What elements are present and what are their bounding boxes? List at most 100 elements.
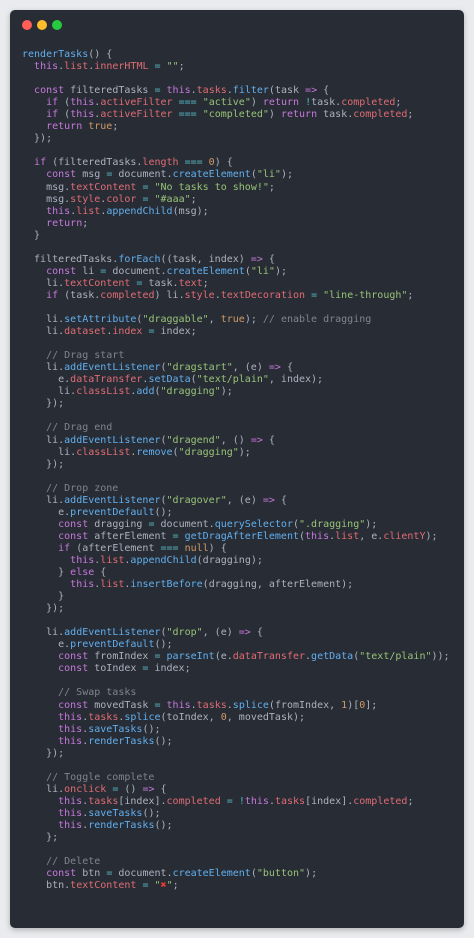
code-token: ()	[118, 783, 143, 795]
code-token: );	[365, 518, 378, 530]
code-token: (afterElement	[70, 542, 161, 554]
code-token: )	[268, 109, 281, 121]
code-token: "dragging"	[160, 386, 221, 398]
code-token: "draggable"	[142, 314, 209, 326]
code-token: msg	[76, 169, 107, 181]
code-token: return	[46, 217, 83, 229]
code-token: li.	[22, 627, 65, 639]
code-line: const msg = document.createElement("li")…	[22, 169, 458, 181]
code-token: this	[34, 61, 59, 73]
code-token: li.	[22, 326, 65, 338]
code-line: li.onclick = () => {	[22, 784, 458, 796]
code-token: }	[22, 229, 41, 241]
code-token: =>	[250, 253, 263, 265]
code-token: ;	[178, 61, 185, 73]
code-token: movedTask	[88, 699, 155, 711]
code-token: (toIndex,	[160, 711, 221, 723]
code-line: li.addEventListener("dragend", () => {	[22, 435, 458, 447]
window-titlebar	[10, 10, 464, 40]
code-token: );	[244, 314, 257, 326]
close-dot-icon[interactable]	[22, 20, 32, 30]
code-token: "dragstart"	[166, 362, 233, 374]
code-token: {	[262, 434, 275, 446]
code-token: true	[220, 314, 245, 326]
code-line: const li = document.createElement("li");	[22, 266, 458, 278]
code-token: (task	[268, 85, 306, 97]
code-token: ();	[154, 506, 173, 518]
code-line: li.addEventListener("dragover", (e) => {	[22, 495, 458, 507]
code-token: saveTasks	[88, 723, 143, 735]
code-token: ".dragging"	[299, 518, 366, 530]
code-token: [index].	[305, 795, 354, 807]
code-token: preventDefault	[70, 639, 155, 651]
code-token: splice	[124, 711, 161, 723]
code-token: style	[70, 193, 101, 205]
code-line: li.classList.remove("dragging");	[22, 447, 458, 459]
code-token: // Toggle complete	[22, 771, 155, 783]
code-line: this.tasks.splice(toIndex, 0, movedTask)…	[22, 712, 458, 724]
code-token: , movedTask);	[226, 711, 306, 723]
code-token: e.	[22, 506, 71, 518]
code-token: clientY	[383, 530, 426, 542]
code-token: const	[46, 265, 77, 277]
code-line: li.textContent = task.text;	[22, 278, 458, 290]
code-token: setAttribute	[64, 314, 137, 326]
code-token: createElement	[172, 169, 251, 181]
code-token: "drop"	[166, 627, 203, 639]
code-line: // Drag start	[22, 350, 458, 362]
zoom-dot-icon[interactable]	[52, 20, 62, 30]
code-line: return;	[22, 218, 458, 230]
code-token: afterElement	[88, 530, 173, 542]
code-token: length	[142, 157, 179, 169]
code-token: addEventListener	[64, 627, 161, 639]
code-token: () {	[88, 49, 113, 60]
code-token: , (e)	[226, 494, 263, 506]
code-token: "li"	[256, 169, 281, 181]
code-token: ;	[112, 121, 119, 133]
code-line: const movedTask = this.tasks.splice(from…	[22, 700, 458, 712]
code-token: list	[76, 205, 101, 217]
code-token: completed	[166, 795, 221, 807]
code-token: li.	[22, 494, 65, 506]
code-line: e.preventDefault();	[22, 639, 458, 651]
code-token: const	[46, 868, 77, 880]
code-token: =>	[305, 85, 318, 97]
code-token: list	[64, 61, 89, 73]
code-token: if	[46, 289, 59, 301]
code-token: document.	[106, 265, 167, 277]
code-token: document.	[154, 518, 215, 530]
code-token: // Drop zone	[22, 482, 119, 494]
code-token: this	[166, 699, 191, 711]
code-line: if (filteredTasks.length === 0) {	[22, 157, 458, 169]
code-token: insertBefore	[130, 579, 203, 591]
code-token: ;	[395, 97, 402, 109]
code-line: msg.textContent = "No tasks to show!";	[22, 182, 458, 194]
code-token: li.	[22, 314, 65, 326]
code-line: li.addEventListener("dragstart", (e) => …	[22, 362, 458, 374]
code-token: msg.	[22, 193, 71, 205]
code-token: (dragging);	[196, 554, 263, 566]
code-token: createElement	[172, 868, 251, 880]
code-token: this	[58, 807, 83, 819]
code-token: );	[274, 265, 287, 277]
code-token: li.	[22, 386, 77, 398]
code-token: (	[58, 97, 71, 109]
code-token: {	[262, 253, 275, 265]
code-token: setData	[148, 374, 191, 386]
code-token: parseInt	[166, 651, 215, 663]
code-token: this	[305, 530, 330, 542]
minimize-dot-icon[interactable]	[37, 20, 47, 30]
code-line: btn.textContent = "✖";	[22, 880, 458, 892]
code-line: const toIndex = index;	[22, 663, 458, 675]
code-token: if	[34, 157, 47, 169]
code-line: this.saveTasks();	[22, 808, 458, 820]
code-token: "li"	[250, 265, 275, 277]
